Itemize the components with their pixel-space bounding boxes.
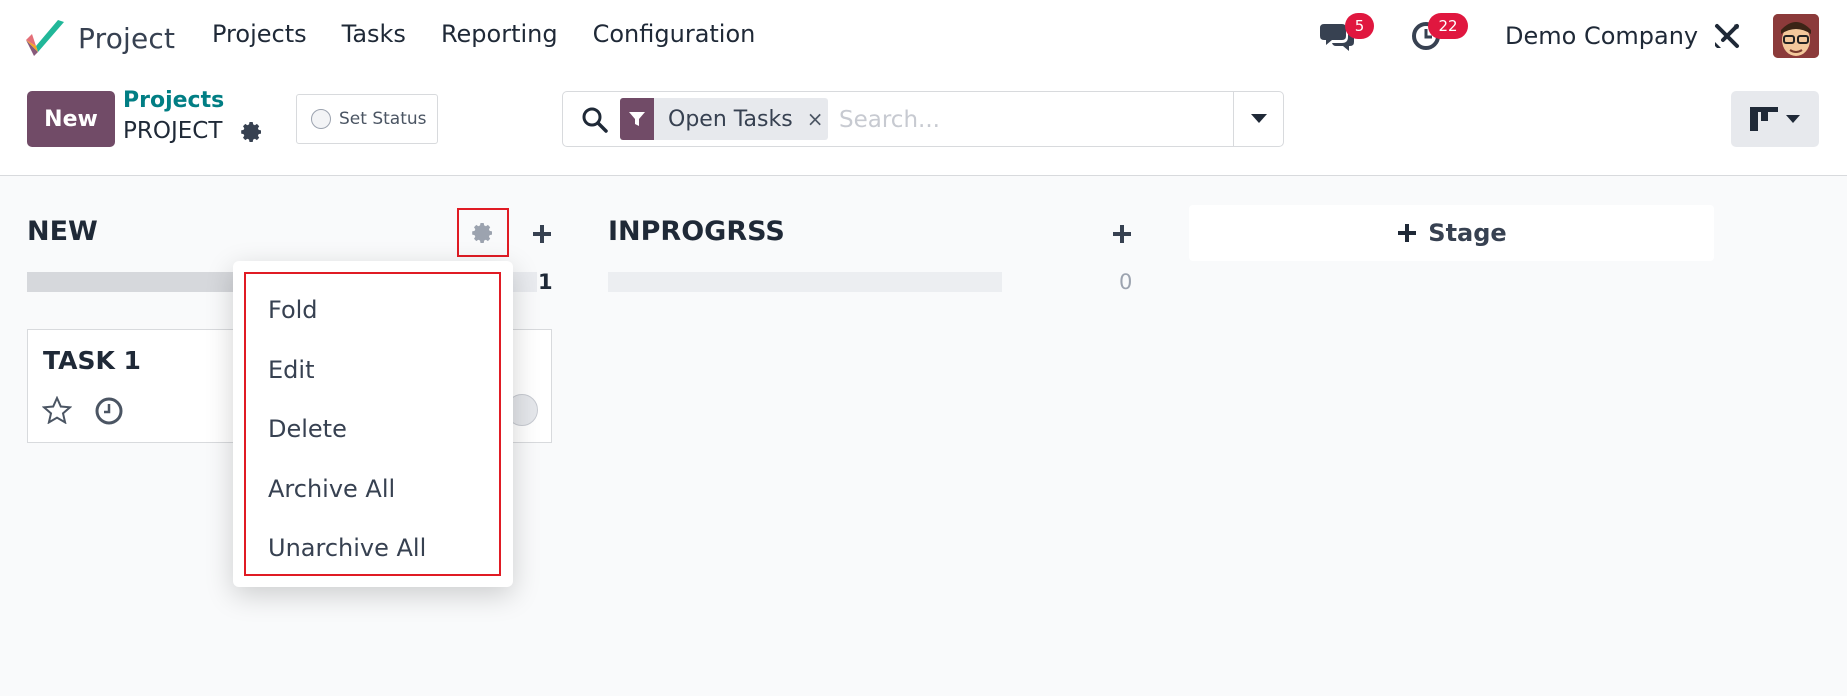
- dropdown-highlight: Fold Edit Delete Archive All Unarchive A…: [244, 272, 501, 576]
- app-brand[interactable]: Project: [24, 18, 175, 58]
- tools-icon: [1715, 24, 1739, 48]
- view-switcher-button[interactable]: [1731, 91, 1819, 147]
- menu-item-archive-all[interactable]: Archive All: [246, 463, 499, 515]
- search-bar: Open Tasks ×: [562, 91, 1284, 147]
- gear-icon[interactable]: [240, 120, 264, 144]
- add-stage-label: Stage: [1428, 219, 1507, 247]
- breadcrumb-current: PROJECT: [123, 118, 223, 144]
- breadcrumb-projects[interactable]: Projects: [123, 88, 224, 113]
- kanban-view-icon: [1750, 107, 1778, 131]
- gear-icon: [472, 222, 492, 243]
- add-stage-button[interactable]: Stage: [1189, 205, 1714, 261]
- status-circle-icon: [311, 109, 331, 129]
- menu-item-unarchive-all[interactable]: Unarchive All: [246, 522, 499, 574]
- control-panel: New Projects PROJECT Set Status Open Tas…: [0, 72, 1847, 176]
- search-input[interactable]: [839, 100, 1169, 140]
- column-title-inprogress: INPROGRSS: [608, 216, 785, 247]
- main-menu: Projects Tasks Reporting Configuration: [212, 20, 790, 48]
- add-task-inprogress-icon[interactable]: [1111, 223, 1133, 245]
- messages-badge: 5: [1345, 13, 1374, 39]
- menu-item-fold[interactable]: Fold: [246, 284, 499, 336]
- column-title-new: NEW: [27, 216, 98, 247]
- menu-item-edit[interactable]: Edit: [246, 344, 499, 396]
- plus-icon: [1398, 224, 1417, 242]
- column-settings-button[interactable]: [457, 208, 509, 257]
- menu-item-delete[interactable]: Delete: [246, 403, 499, 455]
- menu-projects[interactable]: Projects: [212, 20, 307, 48]
- star-icon[interactable]: [42, 396, 72, 424]
- app-name: Project: [78, 21, 176, 55]
- search-facet-open-tasks: Open Tasks ×: [620, 98, 828, 140]
- column-count-inprogress: 0: [1119, 270, 1133, 294]
- column-settings-dropdown: Fold Edit Delete Archive All Unarchive A…: [233, 261, 513, 587]
- new-button[interactable]: New: [27, 91, 115, 147]
- column-progress-inprogress: [608, 272, 1002, 292]
- project-logo-icon: [26, 20, 64, 56]
- task-title: TASK 1: [43, 346, 141, 375]
- activities-badge: 22: [1428, 13, 1468, 39]
- search-icon[interactable]: [581, 106, 609, 134]
- filter-icon: [620, 98, 654, 140]
- debug-tools-button[interactable]: [1713, 22, 1743, 52]
- menu-tasks[interactable]: Tasks: [342, 20, 406, 48]
- activity-clock-icon[interactable]: [94, 396, 124, 426]
- top-navbar: Project Projects Tasks Reporting Configu…: [0, 0, 1847, 72]
- caret-down-icon: [1786, 115, 1800, 123]
- caret-down-icon: [1250, 114, 1267, 123]
- menu-configuration[interactable]: Configuration: [593, 20, 756, 48]
- user-avatar[interactable]: [1773, 14, 1819, 58]
- facet-remove-icon[interactable]: ×: [807, 107, 824, 131]
- company-switcher[interactable]: Demo Company: [1505, 22, 1698, 50]
- set-status-button[interactable]: Set Status: [296, 94, 438, 144]
- facet-label: Open Tasks: [668, 106, 793, 132]
- avatar-face-icon: [1773, 14, 1819, 58]
- search-options-toggle[interactable]: [1233, 92, 1283, 146]
- set-status-label: Set Status: [339, 109, 427, 129]
- column-count-new: 1: [538, 270, 553, 294]
- add-task-new-icon[interactable]: [531, 223, 553, 245]
- menu-reporting[interactable]: Reporting: [441, 20, 558, 48]
